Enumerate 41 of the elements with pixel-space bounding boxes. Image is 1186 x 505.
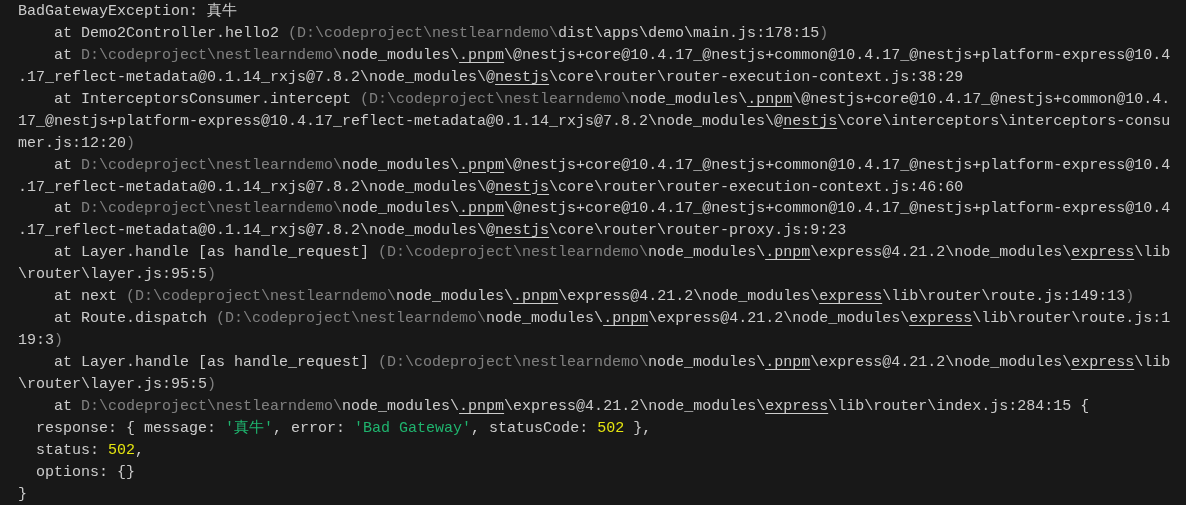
file-link[interactable]: express (765, 397, 829, 415)
console-line: response: { message: '真牛', error: 'Bad Gateway', statusCode: 502 }, (35, 418, 652, 439)
file-link[interactable]: nestjs (495, 222, 550, 240)
console-line: at next (D:\codeproject\nestlearndemo\node_modules\.pnpm\express@4.21.2\node_modules\express\lib\router\route.js:149:13) (53, 287, 1135, 308)
file-link[interactable]: nestjs (495, 68, 550, 86)
file-link[interactable]: .pnpm (459, 397, 505, 415)
file-link[interactable]: .pnpm (459, 156, 505, 174)
file-link[interactable]: .pnpm (459, 200, 505, 218)
console-line: 19:3) (18, 331, 64, 352)
file-link[interactable]: express (909, 310, 973, 328)
console-line: status: 502, (35, 440, 145, 461)
console-line: 17_@nestjs+platform-express@10.4.17_reflect-metadata@0.1.14_rxjs@7.8.2\node_modules\@nestjs\core\interceptors\interceptors-consu (18, 111, 1171, 132)
console-line: options: {} (35, 462, 136, 483)
console-line: } (18, 484, 27, 505)
file-link[interactable]: .pnpm (603, 310, 649, 328)
console-line: at D:\codeproject\nestlearndemo\node_modules\.pnpm\@nestjs+core@10.4.17_@nestjs+common@10.4.17_@nestjs+platform-express@10.4 (53, 199, 1171, 220)
console-line: .17_reflect-metadata@0.1.14_rxjs@7.8.2\node_modules\@nestjs\core\router\router-execution-context.js:38:29 (18, 67, 964, 88)
file-link[interactable]: .pnpm (765, 244, 811, 262)
console-line: mer.js:12:20) (18, 133, 136, 154)
console-line: at D:\codeproject\nestlearndemo\node_modules\.pnpm\express@4.21.2\node_modules\express\lib\router\index.js:284:15 { (53, 396, 1090, 417)
console-line: .17_reflect-metadata@0.1.14_rxjs@7.8.2\node_modules\@nestjs\core\router\router-proxy.js:9:23 (18, 221, 847, 242)
console-line: .17_reflect-metadata@0.1.14_rxjs@7.8.2\node_modules\@nestjs\core\router\router-execution-context.js:46:60 (18, 177, 964, 198)
console-line: BadGatewayException: 真牛 (18, 1, 238, 22)
console-line: at Layer.handle [as handle_request] (D:\codeproject\nestlearndemo\node_modules\.pnpm\express@4.21.2\node_modules\express\lib (53, 353, 1171, 373)
console-line: \router\layer.js:95:5) (18, 374, 217, 395)
file-link[interactable]: .pnpm (765, 354, 811, 371)
file-link[interactable]: nestjs (495, 178, 550, 196)
console-line: at Route.dispatch (D:\codeproject\nestlearndemo\node_modules\.pnpm\express@4.21.2\node_modules\express\lib\router\route.js:1 (53, 309, 1171, 330)
console-line: at InterceptorsConsumer.intercept (D:\codeproject\nestlearndemo\node_modules\.pnpm\@nestjs+core@10.4.17_@nestjs+common@10.4. (53, 89, 1171, 110)
console-line: at D:\codeproject\nestlearndemo\node_modules\.pnpm\@nestjs+core@10.4.17_@nestjs+common@10.4.17_@nestjs+platform-express@10.4 (53, 155, 1171, 176)
console-line: at D:\codeproject\nestlearndemo\node_modules\.pnpm\@nestjs+core@10.4.17_@nestjs+common@10.4.17_@nestjs+platform-express@10.4 (53, 45, 1171, 66)
file-link[interactable]: .pnpm (747, 90, 793, 108)
file-link[interactable]: express (1071, 244, 1135, 262)
file-link[interactable]: .pnpm (513, 288, 559, 306)
console-line: at Demo2Controller.hello2 (D:\codeproject\nestlearndemo\dist\apps\demo\main.js:178:15) (53, 23, 829, 44)
file-link[interactable]: .pnpm (459, 46, 505, 64)
file-link[interactable]: express (819, 288, 883, 306)
file-link[interactable]: express (1071, 354, 1135, 371)
file-link[interactable]: nestjs (783, 112, 838, 130)
console-line: \router\layer.js:95:5) (18, 265, 217, 286)
console-line: at Layer.handle [as handle_request] (D:\codeproject\nestlearndemo\node_modules\.pnpm\express@4.21.2\node_modules\express\lib (53, 243, 1171, 264)
